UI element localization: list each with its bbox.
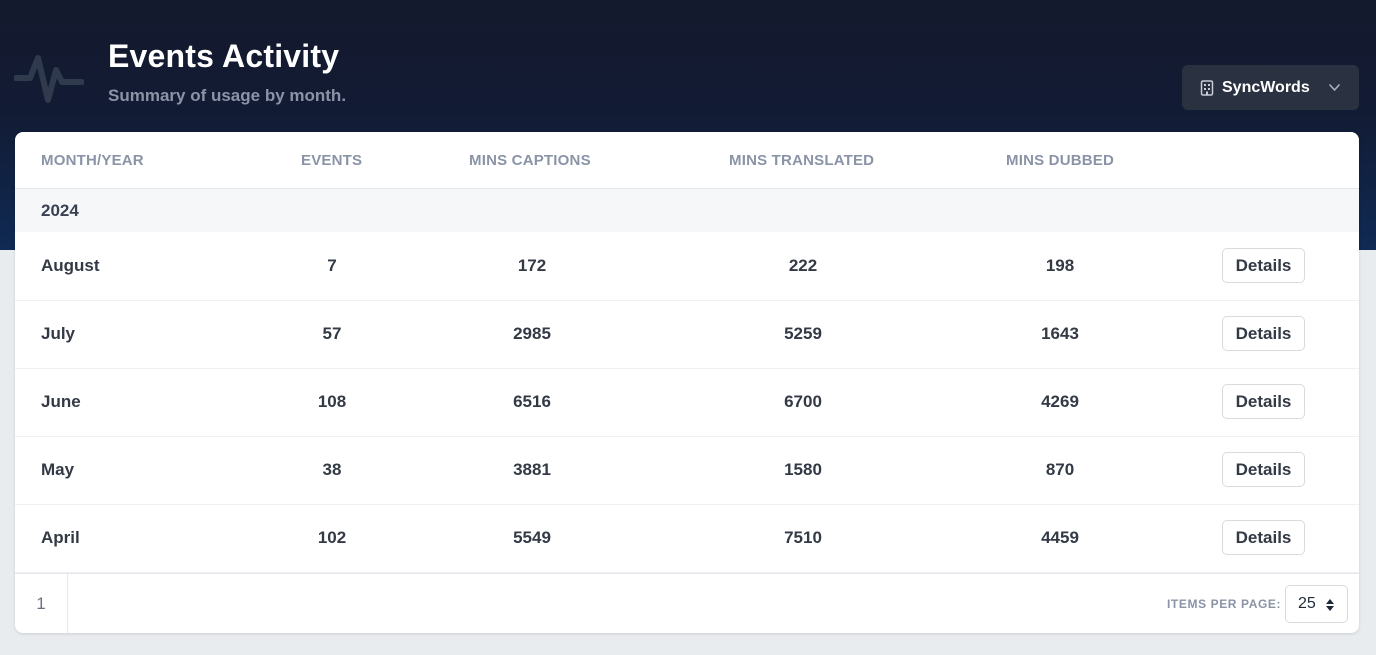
events-cell: 7 — [327, 256, 337, 275]
mins-translated-cell: 7510 — [784, 528, 822, 547]
sort-updown-icon — [1326, 599, 1334, 611]
organization-name: SyncWords — [1222, 78, 1310, 96]
details-button[interactable]: Details — [1222, 452, 1305, 487]
table-row: July 57 2985 5259 1643 Details — [15, 300, 1359, 369]
events-activity-table-card: MONTH/YEAR EVENTS MINS CAPTIONS MINS TRA… — [15, 132, 1359, 633]
chevron-down-icon — [1329, 84, 1340, 91]
page-title: Events Activity — [108, 38, 340, 74]
pagination-page-1[interactable]: 1 — [15, 574, 68, 633]
mins-captions-cell: 172 — [517, 256, 547, 275]
mins-dubbed-cell: 1643 — [1041, 324, 1079, 343]
items-per-page-label: ITEMS PER PAGE: — [1167, 597, 1282, 611]
events-cell: 57 — [322, 324, 342, 343]
details-button[interactable]: Details — [1222, 248, 1305, 283]
details-button[interactable]: Details — [1222, 520, 1305, 555]
year-group-label: 2024 — [41, 201, 79, 220]
mins-captions-cell: 2985 — [513, 324, 551, 343]
mins-dubbed-cell: 4459 — [1041, 528, 1079, 547]
page-subtitle: Summary of usage by month. — [108, 86, 347, 105]
column-header-mins-dubbed: MINS DUBBED — [1006, 152, 1115, 169]
events-cell: 108 — [317, 392, 347, 411]
activity-pulse-icon — [14, 55, 84, 103]
mins-dubbed-cell: 4269 — [1041, 392, 1079, 411]
details-button[interactable]: Details — [1222, 384, 1305, 419]
events-cell: 38 — [322, 460, 342, 479]
table-pagination-footer: 1 ITEMS PER PAGE: 25 — [15, 573, 1359, 633]
mins-translated-cell: 222 — [788, 256, 818, 275]
month-cell: June — [41, 392, 81, 411]
mins-captions-cell: 5549 — [513, 528, 551, 547]
column-header-mins-translated: MINS TRANSLATED — [729, 152, 875, 169]
month-cell: August — [41, 256, 100, 275]
column-header-month-year: MONTH/YEAR — [41, 152, 144, 169]
items-per-page-select[interactable]: 25 — [1285, 585, 1348, 623]
table-header: MONTH/YEAR EVENTS MINS CAPTIONS MINS TRA… — [15, 132, 1359, 189]
column-header-mins-captions: MINS CAPTIONS — [469, 152, 591, 169]
items-per-page-value: 25 — [1298, 595, 1316, 612]
mins-captions-cell: 6516 — [513, 392, 551, 411]
month-cell: May — [41, 460, 75, 479]
month-cell: April — [41, 528, 80, 547]
mins-captions-cell: 3881 — [513, 460, 551, 479]
table-row: August 7 172 222 198 Details — [15, 232, 1359, 301]
mins-translated-cell: 6700 — [784, 392, 822, 411]
table-row: June 108 6516 6700 4269 Details — [15, 368, 1359, 437]
table-row: May 38 3881 1580 870 Details — [15, 436, 1359, 505]
mins-dubbed-cell: 870 — [1045, 460, 1075, 479]
mins-translated-cell: 5259 — [784, 324, 822, 343]
events-cell: 102 — [317, 528, 347, 547]
details-button[interactable]: Details — [1222, 316, 1305, 351]
month-cell: July — [41, 324, 76, 343]
column-header-events: EVENTS — [301, 152, 363, 169]
table-row: April 102 5549 7510 4459 Details — [15, 504, 1359, 573]
organization-selector[interactable]: SyncWords — [1182, 65, 1359, 110]
year-group-row: 2024 — [15, 189, 1359, 232]
building-icon — [1200, 79, 1214, 96]
mins-translated-cell: 1580 — [784, 460, 822, 479]
mins-dubbed-cell: 198 — [1045, 256, 1075, 275]
